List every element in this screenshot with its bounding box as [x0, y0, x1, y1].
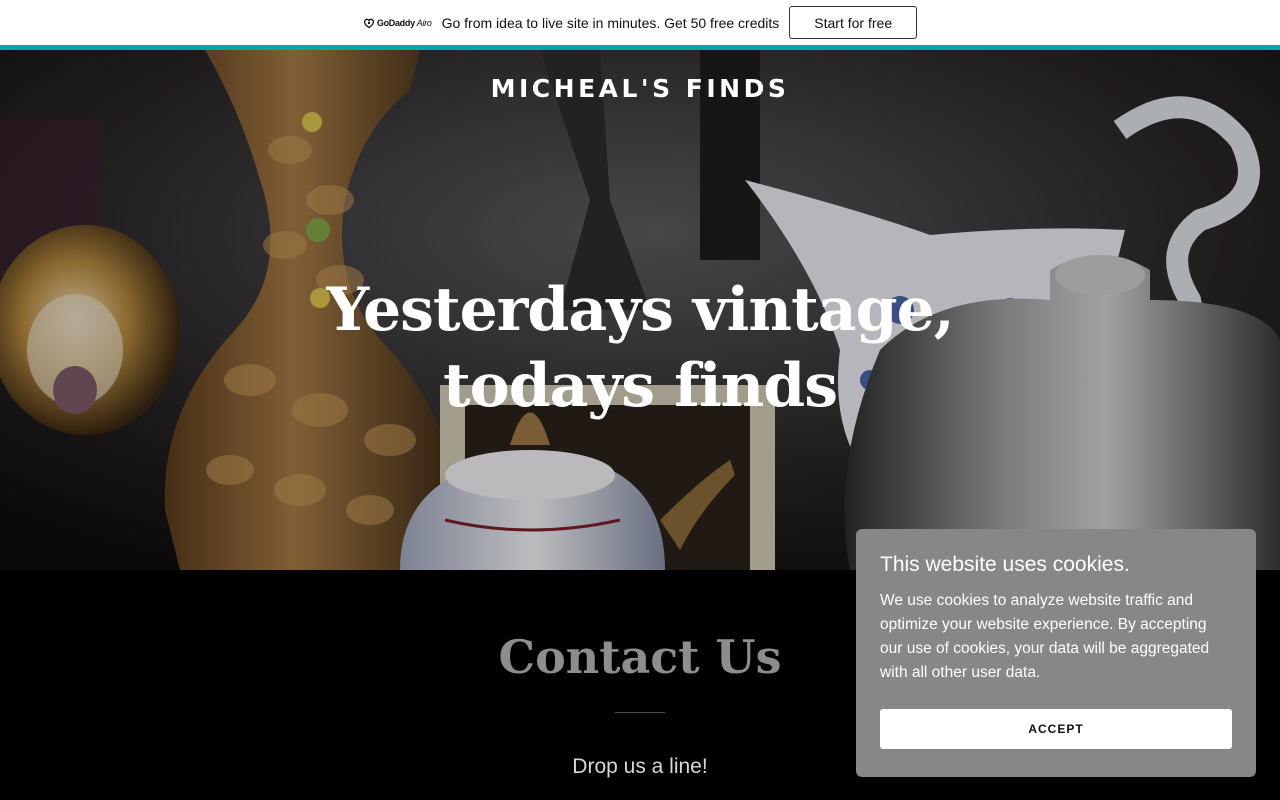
promo-banner: GoDaddy Airo Go from idea to live site i… [0, 0, 1280, 45]
hero-headline: Yesterdays vintage, todays finds [326, 275, 954, 421]
cookie-body: We use cookies to analyze website traffi… [880, 592, 1210, 681]
logo-suffix: Airo [416, 17, 432, 28]
cookie-title: This website uses cookies. [880, 553, 1130, 576]
section-divider [615, 712, 665, 713]
accept-cookies-button[interactable]: ACCEPT [880, 709, 1232, 749]
godaddy-airo-logo[interactable]: GoDaddy Airo [363, 17, 432, 29]
cookie-consent-dialog: This website uses cookies. We use cookie… [856, 529, 1256, 777]
godaddy-logo-icon [363, 18, 374, 28]
logo-text: GoDaddy [376, 17, 415, 28]
promo-message: Go from idea to live site in minutes. Ge… [441, 14, 780, 31]
start-for-free-button[interactable]: Start for free [789, 6, 918, 39]
site-title[interactable]: MICHEAL'S FINDS [0, 74, 1280, 103]
hero-section: MICHEAL'S FINDS Yesterdays vintage, toda… [0, 50, 1280, 570]
